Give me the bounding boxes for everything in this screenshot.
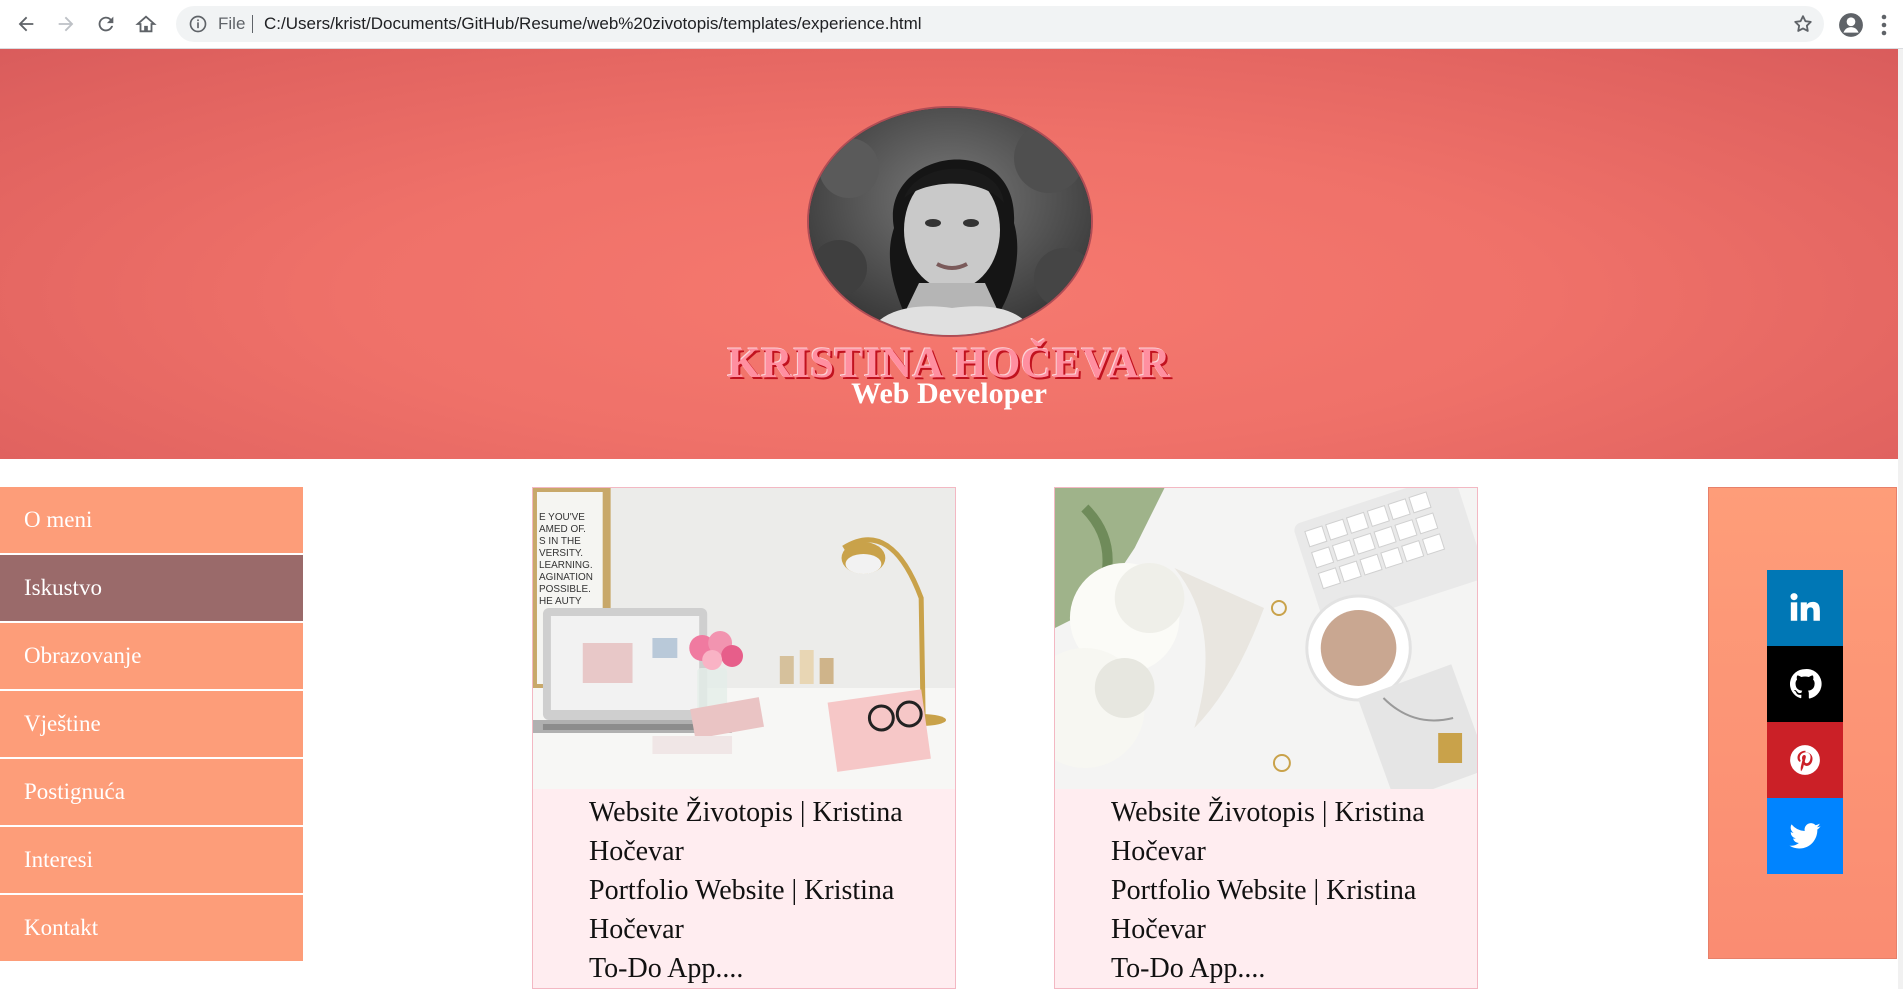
card-line: Website Životopis | Kristina (1111, 797, 1425, 828)
card-line: Hočevar (589, 836, 684, 867)
url-text[interactable]: C:/Users/krist/Documents/GitHub/Resume/w… (264, 6, 922, 42)
hero-role: Web Developer (851, 377, 1047, 410)
side-navigation: O meni Iskustvo Obrazovanje Vještine Pos… (0, 487, 303, 963)
profile-avatar-icon[interactable] (1838, 12, 1864, 38)
card-text: Website Životopis | Kristina Hočevar Por… (533, 789, 955, 988)
nav-item-o-meni[interactable]: O meni (0, 487, 303, 553)
profile-photo (807, 106, 1093, 337)
svg-text:LEARNING.: LEARNING. (539, 560, 593, 571)
browser-toolbar: File C:/Users/krist/Documents/GitHub/Res… (0, 0, 1903, 49)
omnibox-divider (252, 15, 253, 33)
pinterest-button[interactable] (1767, 722, 1843, 798)
menu-kebab-icon[interactable] (1880, 12, 1888, 38)
reload-icon[interactable] (92, 10, 120, 38)
linkedin-icon (1790, 593, 1820, 621)
svg-text:AMED OF.: AMED OF. (539, 524, 586, 535)
home-icon[interactable] (132, 10, 160, 38)
svg-text:S IN THE: S IN THE (539, 536, 581, 547)
card-line: Portfolio Website | Kristina (1111, 875, 1417, 906)
card-line: Hočevar (1111, 914, 1206, 945)
info-icon[interactable] (188, 14, 208, 34)
svg-text:HE AUTY: HE AUTY (539, 596, 582, 607)
project-card: Website Životopis | Kristina Hočevar Por… (1054, 487, 1478, 989)
back-arrow-icon[interactable] (12, 10, 40, 38)
flowers-coffee-image (1055, 488, 1477, 789)
svg-text:POSSIBLE.: POSSIBLE. (539, 584, 591, 595)
github-icon (1789, 669, 1822, 699)
hero-header: KRISTINA HOČEVAR Web Developer (0, 49, 1898, 459)
nav-item-obrazovanje[interactable]: Obrazovanje (0, 623, 303, 689)
card-text: Website Životopis | Kristina Hočevar Por… (1055, 789, 1477, 988)
card-line: Hočevar (1111, 836, 1206, 867)
page-scrollbar[interactable] (1898, 49, 1903, 989)
github-button[interactable] (1767, 646, 1843, 722)
svg-text:VERSITY.: VERSITY. (539, 548, 583, 559)
pinterest-icon (1790, 745, 1820, 775)
desk-laptop-image: E YOU'VEAMED OF.S IN THE VERSITY.LEARNIN… (533, 488, 955, 789)
card-line: Hočevar (589, 914, 684, 945)
card-line: Website Životopis | Kristina (589, 797, 903, 828)
card-line: To-Do App.... (1111, 953, 1266, 984)
twitter-icon (1789, 823, 1821, 849)
twitter-button[interactable] (1767, 798, 1843, 874)
card-line: To-Do App.... (589, 953, 744, 984)
card-line: Portfolio Website | Kristina (589, 875, 895, 906)
bookmark-star-icon[interactable] (1792, 13, 1814, 35)
linkedin-button[interactable] (1767, 570, 1843, 646)
nav-item-interesi[interactable]: Interesi (0, 827, 303, 893)
address-bar[interactable]: File C:/Users/krist/Documents/GitHub/Res… (176, 6, 1824, 42)
svg-text:E YOU'VE: E YOU'VE (539, 512, 585, 523)
project-card: E YOU'VE AMED OF. S IN THE VERSITY. LEARNIN… (532, 487, 956, 989)
file-label: File (218, 14, 246, 33)
social-panel (1708, 487, 1897, 959)
nav-item-iskustvo[interactable]: Iskustvo (0, 555, 303, 621)
svg-text:AGINATION: AGINATION (539, 572, 593, 583)
nav-item-postignuca[interactable]: Postignuća (0, 759, 303, 825)
nav-item-vjestine[interactable]: Vještine (0, 691, 303, 757)
nav-item-kontakt[interactable]: Kontakt (0, 895, 303, 961)
forward-arrow-icon[interactable] (52, 10, 80, 38)
